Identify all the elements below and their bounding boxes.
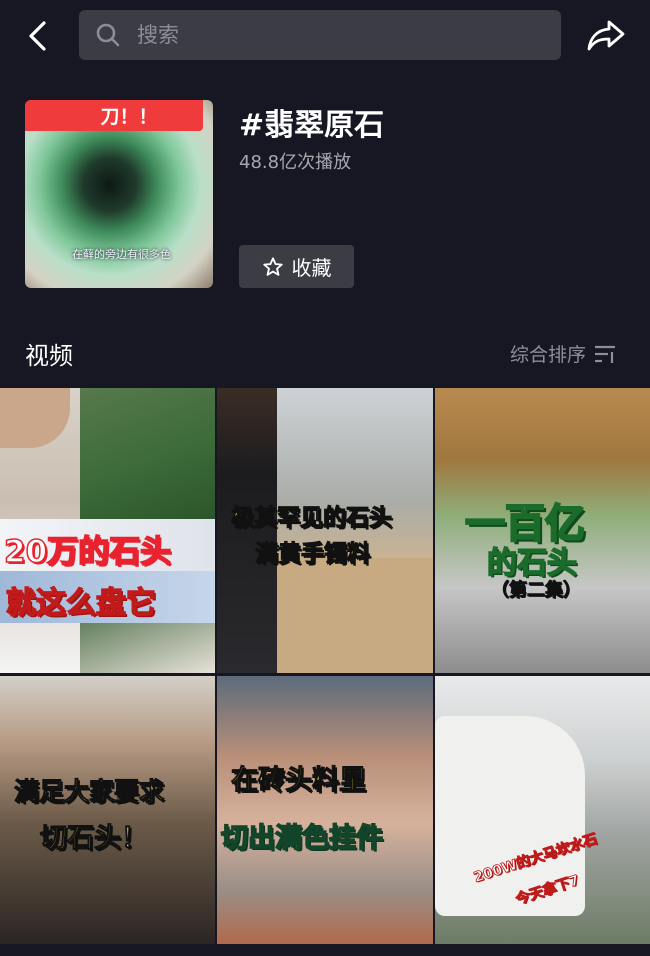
top-bar xyxy=(0,0,650,70)
favorite-label: 收藏 xyxy=(291,256,332,280)
topic-play-count: 48.8亿次播放 xyxy=(239,152,352,173)
video-caption-line1: 极其罕见的石头 xyxy=(231,505,393,532)
star-icon xyxy=(262,256,283,276)
back-button[interactable] xyxy=(18,18,58,54)
video-card[interactable]: 极其罕见的石头 满黄手镯料 xyxy=(217,388,433,673)
video-card[interactable]: 20万的石头 就这么盘它 xyxy=(0,388,215,673)
share-icon xyxy=(587,20,625,51)
search-input[interactable] xyxy=(135,22,539,48)
sort-icon xyxy=(594,344,616,364)
video-caption-line2: 就这么盘它 xyxy=(5,585,157,622)
chevron-left-icon xyxy=(29,21,46,51)
video-grid: 20万的石头 就这么盘它 极其罕见的石头 满黄手镯料 一百亿 的石头 （第二集）… xyxy=(0,388,650,956)
video-caption-line2: 满黄手镯料 xyxy=(255,541,371,568)
video-caption-line2: 切出满色挂件 xyxy=(220,822,384,855)
video-card[interactable]: 在砖头料里 切出满色挂件 xyxy=(217,676,433,944)
sort-button[interactable]: 综合排序 xyxy=(510,340,616,367)
search-icon xyxy=(95,22,121,48)
video-caption-line1: 满足大家要求 xyxy=(13,777,165,807)
sort-label: 综合排序 xyxy=(510,344,587,366)
share-button[interactable] xyxy=(584,16,628,56)
video-caption-line3: （第二集） xyxy=(491,580,582,602)
cover-badge: 刀！！ xyxy=(25,100,203,131)
topic-cover-image[interactable]: 刀！！ 在藓的旁边有很多色 xyxy=(25,100,213,288)
search-bar[interactable] xyxy=(79,10,561,60)
video-caption-line1: 20万的石头 xyxy=(3,533,172,571)
video-caption-line1: 在砖头料里 xyxy=(231,765,367,797)
cover-caption: 在藓的旁边有很多色 xyxy=(72,248,171,261)
section-title: 视频 xyxy=(25,342,73,370)
video-card[interactable]: 一百亿 的石头 （第二集） xyxy=(435,388,650,673)
video-caption-line2: 切石头！ xyxy=(40,823,149,855)
video-card[interactable]: 满足大家要求 切石头！ xyxy=(0,676,215,944)
favorite-button[interactable]: 收藏 xyxy=(239,245,354,288)
cover-badge-text: 刀！！ xyxy=(100,106,158,128)
video-card[interactable]: 200W的大马坎水石 今天拿下7 xyxy=(435,676,650,944)
topic-title: #翡翠原石 xyxy=(239,108,385,143)
